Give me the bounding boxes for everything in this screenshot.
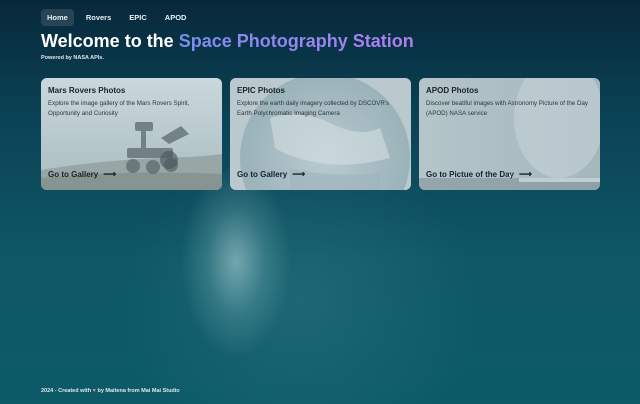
arrow-right-icon: ⟶ bbox=[292, 169, 306, 179]
card-link-label: Go to Gallery bbox=[237, 170, 288, 179]
footer-text-before: 2024 - Created with bbox=[41, 388, 92, 394]
go-to-gallery-link[interactable]: Go to Gallery ⟶ bbox=[48, 169, 116, 180]
card-description: Explore the image gallery of the Mars Ro… bbox=[48, 100, 190, 117]
nav-home[interactable]: Home bbox=[41, 9, 74, 26]
card-link-label: Go to Pictue of the Day bbox=[426, 170, 515, 179]
card-apod[interactable]: APOD Photos Discover beatiful images wit… bbox=[419, 78, 600, 190]
card-title: Mars Rovers Photos bbox=[48, 86, 126, 95]
card-title: EPIC Photos bbox=[237, 86, 286, 95]
card-mars-rovers[interactable]: Mars Rovers Photos Explore the image gal… bbox=[41, 78, 222, 190]
card-epic[interactable]: EPIC Photos Explore the earth daily imag… bbox=[230, 78, 411, 190]
card-title: APOD Photos bbox=[426, 86, 479, 95]
card-link-label: Go to Gallery bbox=[48, 170, 99, 179]
main-nav: Home Rovers EPIC APOD bbox=[41, 9, 192, 26]
nav-rovers[interactable]: Rovers bbox=[80, 9, 117, 26]
card-description: Explore the earth daily imagery collecte… bbox=[237, 100, 390, 117]
go-to-gallery-link[interactable]: Go to Gallery ⟶ bbox=[237, 169, 305, 180]
title-prefix: Welcome to the bbox=[41, 31, 174, 51]
arrow-right-icon: ⟶ bbox=[519, 169, 532, 179]
arrow-right-icon: ⟶ bbox=[103, 169, 117, 179]
card-description: Discover beatiful images with Astronomy … bbox=[426, 100, 588, 117]
footer-text-after: by Maitena from Mai Mai Studio bbox=[97, 388, 180, 394]
nav-epic[interactable]: EPIC bbox=[123, 9, 153, 26]
powered-by-text: Powered by NASA APIs. bbox=[41, 55, 104, 61]
go-to-pictue-of-the-day-link[interactable]: Go to Pictue of the Day ⟶ bbox=[426, 169, 532, 180]
page-title: Welcome to the Space Photography Station bbox=[41, 31, 414, 52]
heart-icon: ♥ bbox=[92, 388, 96, 394]
footer: 2024 - Created with ♥ by Maitena from Ma… bbox=[41, 388, 180, 394]
title-accent: Space Photography Station bbox=[178, 31, 414, 51]
nav-apod[interactable]: APOD bbox=[159, 9, 193, 26]
